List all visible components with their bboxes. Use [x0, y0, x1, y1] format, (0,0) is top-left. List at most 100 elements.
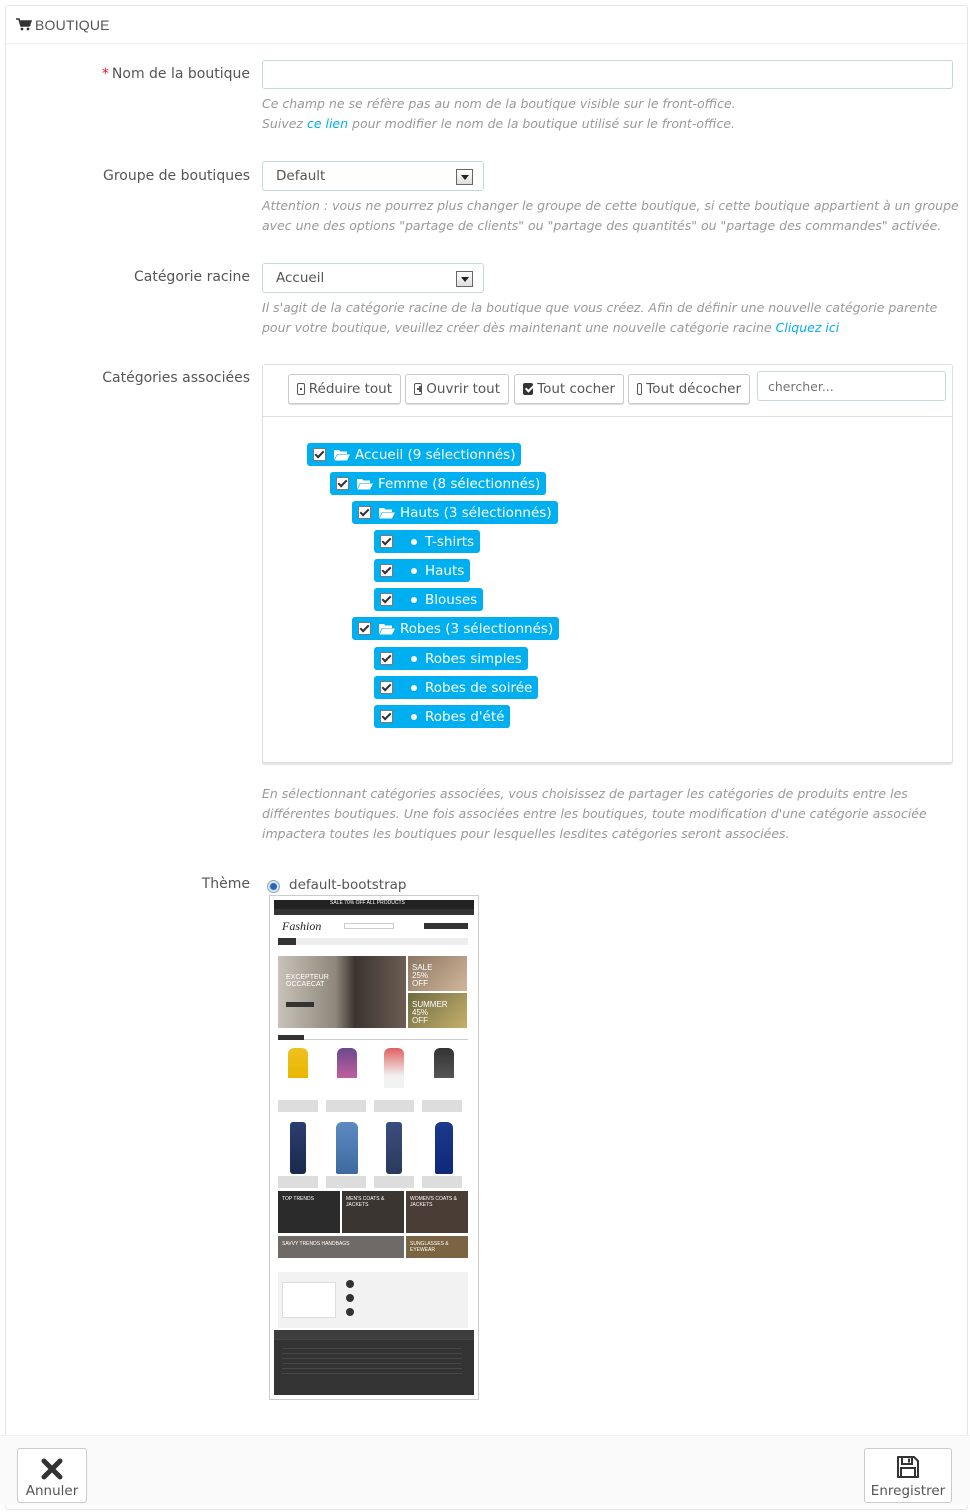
preview-info-icon	[346, 1308, 354, 1316]
preview-product-info	[278, 1100, 468, 1112]
tree-checkbox[interactable]	[380, 593, 393, 606]
preview-tile-label: TOP TRENDS	[282, 1196, 314, 1202]
tree-checkbox[interactable]	[313, 448, 326, 461]
tree-checkbox[interactable]	[380, 564, 393, 577]
cart-icon	[16, 18, 32, 31]
expand-all-button[interactable]: Ouvrir tout	[405, 374, 509, 404]
preview-facebook-box	[282, 1282, 336, 1318]
root-category-value: Accueil	[276, 270, 325, 286]
preview-promo-2: SUMMER 45% OFF	[408, 993, 467, 1028]
tree-leaf-node[interactable]: Hauts	[374, 559, 471, 582]
assoc-help-line1: En sélectionnant catégories associées, v…	[262, 786, 908, 801]
shop-group-select[interactable]: Default	[262, 161, 484, 191]
preview-product	[434, 1048, 454, 1098]
preview-hero-button	[286, 1002, 314, 1007]
help-text: pour votre boutique, veuillez créer dès …	[262, 320, 776, 335]
assoc-help-line3: impactera toutes les boutiques pour lesq…	[262, 826, 790, 841]
button-label: Réduire tout	[308, 381, 392, 397]
preview-product	[288, 1048, 308, 1098]
preview-promo-1: SALE 25% OFF	[408, 956, 467, 991]
tree-node-label: Blouses	[425, 591, 478, 608]
shop-group-help: Attention : vous ne pourrez plus changer…	[262, 196, 959, 236]
shop-group-help-line2: avec une des options "partage de clients…	[262, 218, 942, 233]
theme-preview-image: SALE 70% OFF ALL PRODUCTS Fashion EXCEPT…	[274, 900, 474, 1395]
preview-info-icon	[346, 1294, 354, 1302]
preview-info-block	[278, 1272, 468, 1328]
preview-product	[384, 1048, 404, 1088]
preview-menu	[278, 938, 468, 945]
expand-icon	[414, 383, 423, 395]
shop-name-input[interactable]	[262, 60, 953, 89]
tree-node-label: Hauts	[425, 562, 465, 579]
tree-leaf-node[interactable]: Blouses	[374, 588, 484, 611]
tree-checkbox[interactable]	[380, 681, 393, 694]
preview-nav-bar	[274, 909, 474, 915]
folder-open-icon	[379, 623, 395, 634]
root-category-help-line1: Il s'agit de la catégorie racine de la b…	[262, 300, 938, 315]
panel-heading: BOUTIQUE	[6, 6, 967, 44]
preview-product	[386, 1122, 402, 1174]
cancel-button[interactable]: Annuler	[17, 1448, 87, 1503]
tree-leaf-node[interactable]: Robes simples	[374, 647, 528, 670]
preview-newsletter	[274, 1330, 474, 1340]
tree-node-label: Hauts (3 sélectionnés)	[400, 504, 552, 521]
tree-leaf-node[interactable]: T-shirts	[374, 530, 481, 553]
tree-leaf-node[interactable]: Robes de soirée	[374, 676, 539, 699]
tree-node-label: Robes de soirée	[425, 679, 533, 696]
tree-checkbox[interactable]	[380, 535, 393, 548]
preview-tile-label: MEN'S COATS & JACKETS	[346, 1196, 385, 1208]
preview-cart	[424, 923, 468, 929]
uncheck-all-button[interactable]: Tout décocher	[628, 374, 750, 404]
root-category-help-line2: pour votre boutique, veuillez créer dès …	[262, 318, 937, 338]
shop-name-help-line1: Ce champ ne se réfère pas au nom de la b…	[262, 96, 736, 111]
shop-group-value: Default	[276, 168, 326, 184]
tree-leaf-node[interactable]: Robes d'été	[374, 705, 511, 728]
theme-preview-thumbnail[interactable]: SALE 70% OFF ALL PRODUCTS Fashion EXCEPT…	[269, 895, 479, 1400]
tree-checkbox[interactable]	[358, 506, 371, 519]
folder-open-icon	[357, 478, 373, 489]
preview-tile: TOP TRENDS	[278, 1191, 340, 1233]
tree-node-label: Robes simples	[425, 650, 522, 667]
tree-folder-node[interactable]: Femme (8 sélectionnés)	[330, 472, 547, 495]
preview-product	[337, 1048, 357, 1098]
cancel-label: Annuler	[25, 1483, 79, 1499]
preview-promo-2-text: SUMMER 45% OFF	[412, 1000, 448, 1025]
preview-hero-title: EXCEPTEUR OCCAECAT	[286, 974, 329, 988]
theme-radio-default-bootstrap[interactable]	[267, 880, 280, 893]
root-category-select[interactable]: Accueil	[262, 263, 484, 293]
preview-tile-label: WOMEN'S COATS & JACKETS	[410, 1196, 457, 1208]
folder-open-icon	[334, 449, 350, 460]
tree-folder-node[interactable]: Robes (3 sélectionnés)	[352, 617, 560, 640]
category-tree-panel: Réduire tout Ouvrir tout Tout cocher Tou…	[262, 364, 953, 763]
tree-folder-node[interactable]: Accueil (9 sélectionnés)	[307, 443, 522, 466]
tree-folder-node[interactable]: Hauts (3 sélectionnés)	[352, 501, 558, 524]
preview-product	[336, 1122, 358, 1174]
bullet-icon	[411, 596, 417, 603]
preview-promo-1-text: SALE 25% OFF	[412, 963, 433, 988]
preview-search	[344, 923, 394, 929]
check-all-button[interactable]: Tout cocher	[514, 374, 624, 404]
preview-footer	[274, 1330, 474, 1395]
preview-product-info	[278, 1176, 468, 1188]
preview-hero: EXCEPTEUR OCCAECAT	[278, 956, 406, 1028]
tree-checkbox[interactable]	[336, 477, 349, 490]
save-label: Enregistrer	[870, 1483, 946, 1499]
shop-name-link[interactable]: ce lien	[307, 116, 348, 131]
category-search-input[interactable]	[757, 371, 946, 401]
tree-checkbox[interactable]	[380, 710, 393, 723]
bullet-icon	[411, 538, 417, 545]
shop-name-label: * Nom de la boutique	[102, 66, 250, 82]
associated-categories-label: Catégories associées	[102, 370, 250, 386]
preview-tile-label: SUNGLASSES & EYEWEAR	[410, 1241, 449, 1253]
associated-categories-help: En sélectionnant catégories associées, v…	[262, 784, 927, 844]
dropdown-arrow-icon	[456, 271, 473, 287]
help-text: Suivez	[262, 116, 307, 131]
tree-checkbox[interactable]	[380, 652, 393, 665]
collapse-all-button[interactable]: Réduire tout	[288, 374, 401, 404]
button-label: Tout décocher	[646, 381, 741, 397]
save-button[interactable]: Enregistrer	[864, 1448, 952, 1503]
preview-banner-bar: SALE 70% OFF ALL PRODUCTS	[274, 900, 474, 909]
tree-node-label: Robes (3 sélectionnés)	[400, 620, 554, 637]
create-root-category-link[interactable]: Cliquez ici	[776, 320, 840, 335]
tree-checkbox[interactable]	[358, 622, 371, 635]
